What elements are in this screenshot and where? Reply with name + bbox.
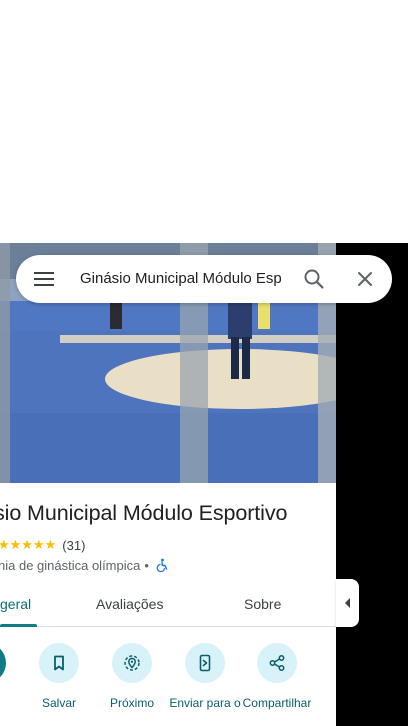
menu-button[interactable]	[31, 267, 57, 291]
share-button[interactable]: Compartilhar	[237, 643, 317, 710]
category-row: nia de ginástica olímpica •	[0, 557, 169, 573]
wheelchair-accessible-icon	[156, 558, 168, 572]
tab-reviews[interactable]: Avaliações	[96, 587, 163, 627]
tab-about[interactable]: Sobre	[244, 587, 281, 627]
nearby-icon	[124, 655, 140, 671]
active-tab-indicator	[0, 624, 37, 627]
save-label: Salvar	[41, 696, 76, 710]
share-icon	[269, 655, 285, 671]
chevron-left-icon	[344, 598, 350, 608]
nearby-label: Próximo	[109, 696, 154, 710]
category-separator: •	[144, 557, 149, 573]
action-buttons-row: s Salvar Próximo	[0, 643, 336, 726]
clear-search-button[interactable]	[353, 267, 377, 291]
hamburger-menu-icon	[34, 272, 54, 286]
send-to-phone-label: Enviar para o	[169, 696, 241, 710]
nearby-button-circle	[112, 643, 152, 683]
save-button-circle	[39, 643, 79, 683]
tab-overview[interactable]: geral	[0, 587, 31, 627]
place-category: nia de ginástica olímpica	[0, 557, 141, 573]
collapse-panel-button[interactable]	[336, 579, 359, 627]
place-tabs: geral Avaliações Sobre	[0, 587, 336, 627]
send-to-phone-icon	[199, 654, 211, 672]
send-to-phone-button[interactable]: Enviar para o	[165, 643, 245, 710]
close-icon	[358, 272, 372, 286]
map-background	[336, 243, 408, 726]
share-label: Compartilhar	[242, 696, 312, 710]
rating-row[interactable]: ★★★★★ (31)	[0, 537, 85, 553]
place-title: sio Municipal Módulo Esportivo	[0, 501, 288, 525]
search-bar: Ginásio Municipal Módulo Esp	[16, 255, 392, 303]
search-icon	[304, 269, 324, 289]
search-input[interactable]: Ginásio Municipal Módulo Esp	[80, 255, 302, 303]
send-to-phone-button-circle	[185, 643, 225, 683]
review-count: (31)	[62, 537, 86, 553]
share-button-circle	[257, 643, 297, 683]
bookmark-icon	[54, 655, 64, 671]
search-button[interactable]	[302, 267, 326, 291]
star-rating: ★★★★★	[0, 537, 57, 552]
place-info-panel: sio Municipal Módulo Esportivo ★★★★★ (31…	[0, 483, 336, 726]
directions-button-circle	[0, 643, 6, 683]
nearby-button[interactable]: Próximo	[92, 643, 172, 710]
save-button[interactable]: Salvar	[19, 643, 99, 710]
